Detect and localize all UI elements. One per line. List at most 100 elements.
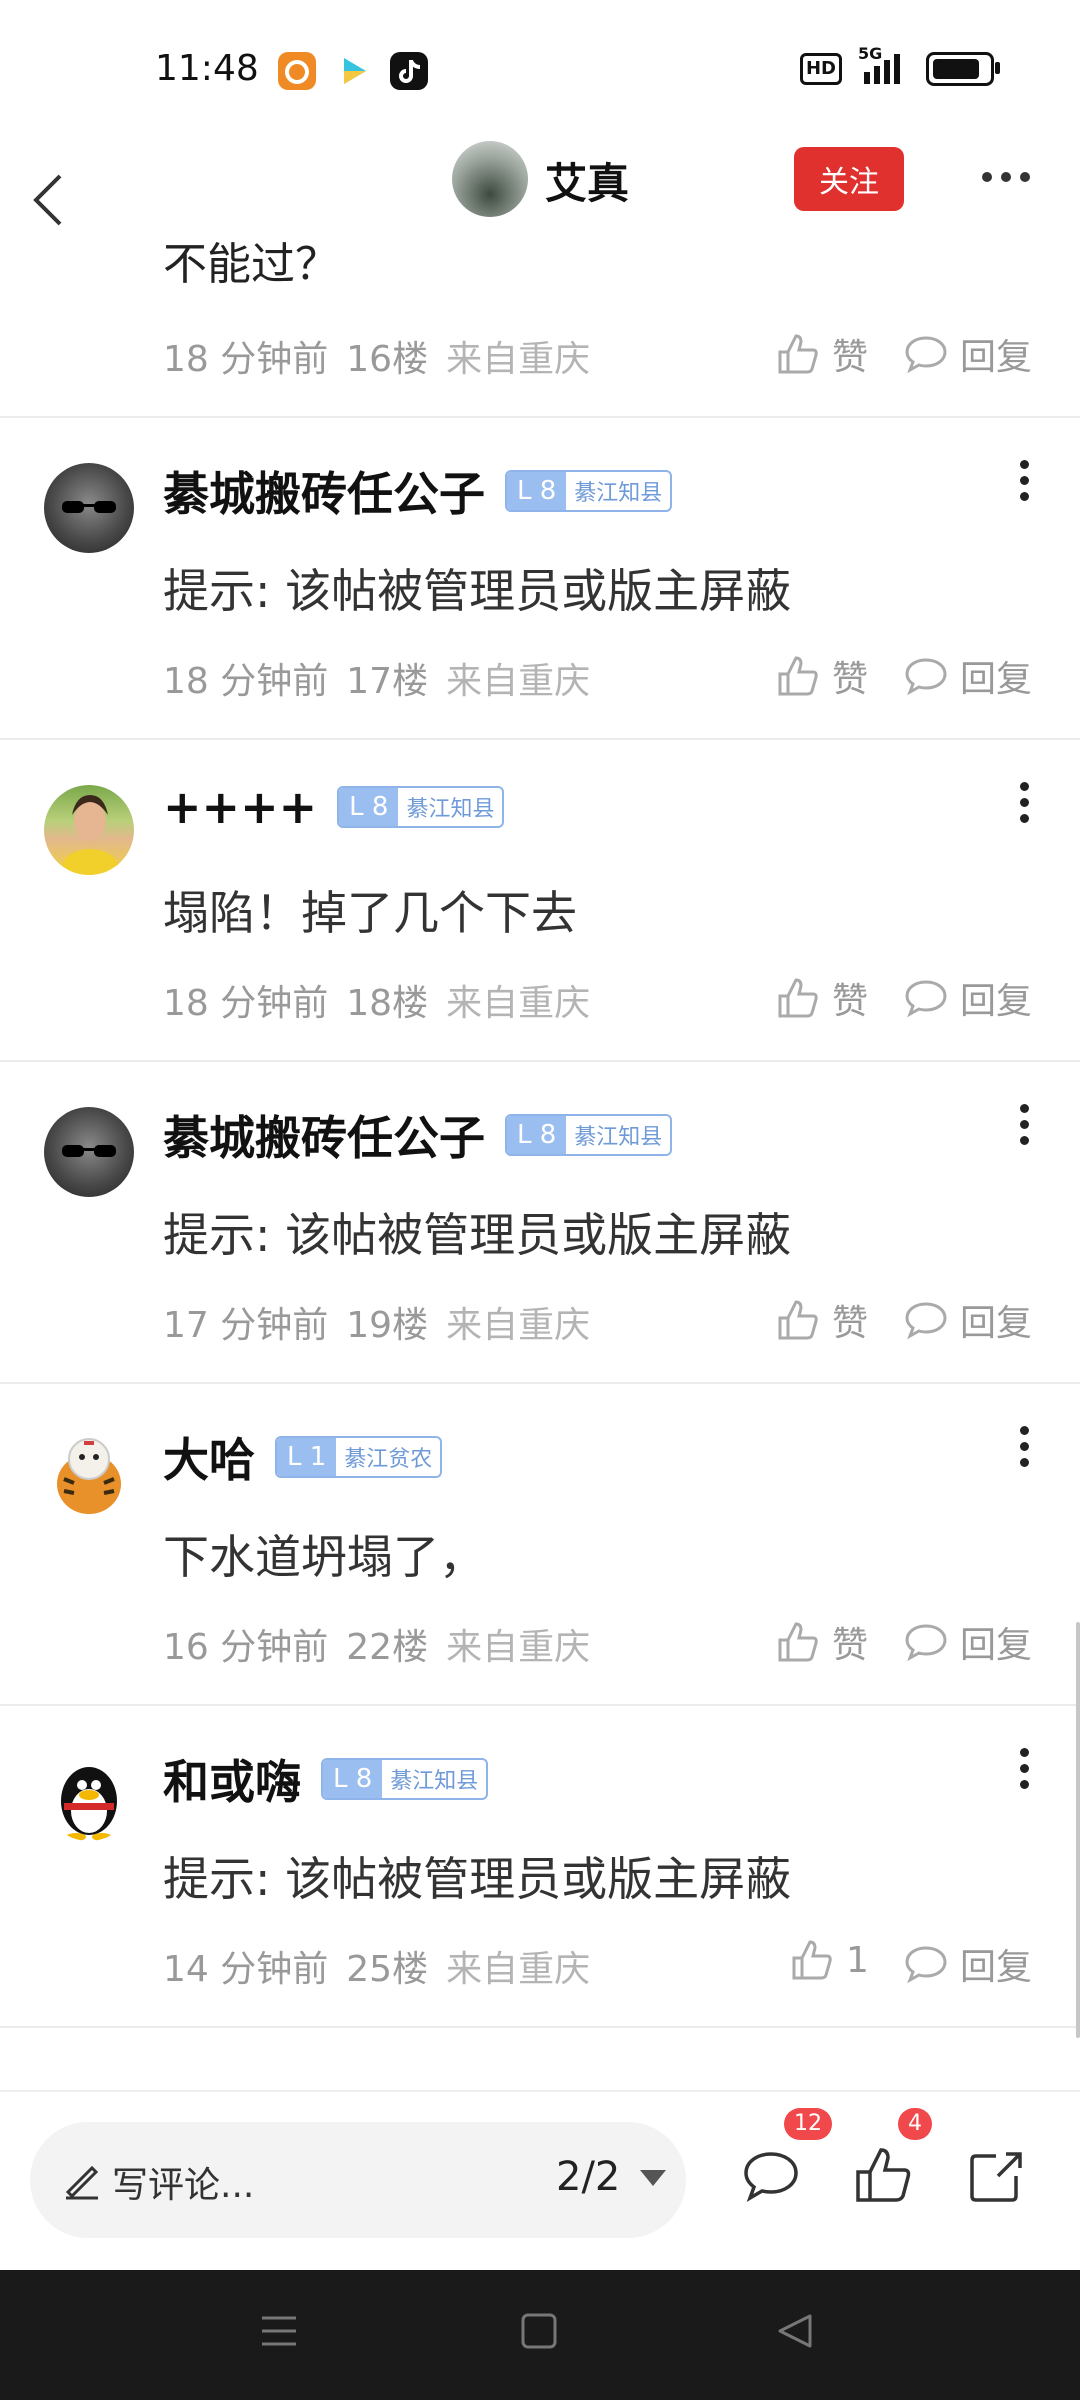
more-options-icon[interactable] [982, 172, 1030, 182]
reply-button[interactable]: 回复 [904, 1294, 1032, 1346]
comment-time: 18 分钟前 [163, 339, 329, 380]
back-arrow-icon[interactable] [28, 170, 68, 230]
thumbs-up-icon [778, 1622, 818, 1662]
like-button[interactable]: 赞 [776, 328, 868, 380]
level-number: L 8 [507, 472, 567, 510]
top-nav [0, 140, 1080, 260]
comment-time: 14 分钟前 [163, 1949, 329, 1990]
speech-bubble-icon [905, 336, 947, 374]
comment-menu-icon[interactable] [1020, 1426, 1030, 1467]
comment-floor: 17楼 [346, 661, 429, 702]
comment-location: 来自重庆 [446, 661, 591, 702]
comment-menu-icon[interactable] [1020, 460, 1030, 501]
comment-location: 来自重庆 [446, 1305, 591, 1346]
level-badge: L 8 綦江知县 [337, 786, 505, 828]
speech-bubble-icon [905, 980, 947, 1018]
reply-button[interactable]: 回复 [904, 650, 1032, 702]
username[interactable]: 綦城搬砖任公子 [163, 458, 485, 524]
avatar[interactable] [44, 785, 134, 875]
avatar[interactable] [44, 1107, 134, 1197]
reply-button[interactable]: 回复 [904, 1616, 1032, 1668]
menu-icon[interactable] [258, 2310, 300, 2352]
like-label: 赞 [832, 981, 869, 1022]
like-button[interactable]: 赞 [776, 972, 868, 1024]
like-count-badge: 4 [898, 2108, 932, 2140]
like-button[interactable]: 1 [790, 1938, 869, 1982]
divider [0, 1060, 1080, 1062]
comment-meta: 17 分钟前 19楼 来自重庆 [163, 1296, 590, 1348]
level-title: 綦江知县 [574, 481, 663, 506]
like-label: 赞 [832, 1303, 869, 1344]
level-badge: L 8 綦江知县 [505, 1114, 673, 1156]
tiktok-icon [390, 52, 428, 90]
speech-bubble-icon [905, 1946, 947, 1984]
reply-label: 回复 [960, 1303, 1033, 1344]
username[interactable]: ++++ [163, 780, 317, 834]
author-avatar[interactable] [452, 141, 528, 217]
reply-button[interactable]: 回复 [904, 972, 1032, 1024]
pen-icon [65, 2165, 99, 2200]
username[interactable]: 和或嗨 [163, 1746, 301, 1812]
level-title: 綦江知县 [390, 1769, 479, 1794]
comment-meta: 14 分钟前 25楼 来自重庆 [163, 1940, 590, 1992]
comment-floor: 22楼 [346, 1627, 429, 1668]
comment-text: 提示: 该帖被管理员或版主屏蔽 [163, 564, 792, 618]
video-play-icon [334, 52, 372, 90]
comment-text: 塌陷！掉了几个下去 [163, 886, 577, 940]
level-badge: L 8 綦江知县 [505, 470, 673, 512]
like-label: 赞 [832, 337, 869, 378]
speech-bubble-icon [905, 658, 947, 696]
comment-time: 18 分钟前 [163, 983, 329, 1024]
comment-floor: 18楼 [346, 983, 429, 1024]
share-button[interactable] [966, 2144, 1028, 2206]
like-button[interactable]: 赞 [776, 1616, 868, 1668]
comment-text: 下水道坍塌了， [163, 1530, 485, 1584]
reply-button[interactable]: 回复 [904, 328, 1032, 380]
comment-menu-icon[interactable] [1020, 1104, 1030, 1145]
comments-button[interactable]: 12 [740, 2108, 832, 2206]
like-button[interactable]: 赞 [776, 650, 868, 702]
like-label: 赞 [832, 659, 869, 700]
reply-button[interactable]: 回复 [904, 1938, 1032, 1990]
like-label: 赞 [832, 1625, 869, 1666]
level-number: L 8 [507, 1116, 567, 1154]
follow-button[interactable]: 关注 [794, 147, 904, 211]
like-count: 1 [846, 1939, 869, 1981]
avatar[interactable] [44, 1429, 134, 1519]
comment-menu-icon[interactable] [1020, 1748, 1030, 1789]
status-bar: 11:48 HD 5G [0, 0, 1080, 140]
comment-time: 18 分钟前 [163, 661, 329, 702]
battery-icon [926, 52, 1000, 86]
comment-menu-icon[interactable] [1020, 782, 1030, 823]
comment-input[interactable]: 写评论... 2/2 [30, 2122, 686, 2238]
back-triangle-icon[interactable] [774, 2310, 816, 2352]
user-row: 和或嗨 L 8 綦江知县 [163, 1746, 489, 1812]
level-badge: L 8 綦江知县 [321, 1758, 489, 1800]
like-post-button[interactable]: 4 [852, 2108, 932, 2206]
comment-time: 17 分钟前 [163, 1305, 329, 1346]
avatar[interactable] [44, 1751, 134, 1841]
thumbs-up-icon [856, 2148, 911, 2202]
home-square-icon[interactable] [518, 2310, 560, 2352]
speech-bubble-icon [905, 1302, 947, 1340]
caret-down-icon[interactable] [640, 2170, 666, 2186]
status-app-icons [278, 52, 428, 90]
status-indicators: HD 5G [799, 44, 1000, 88]
user-row: 綦城搬砖任公子 L 8 綦江知县 [163, 458, 673, 524]
like-button[interactable]: 赞 [776, 1294, 868, 1346]
thumbs-up-icon [778, 978, 818, 1018]
bottom-action-bar: 写评论... 2/2 12 4 [0, 2090, 1080, 2272]
thumbs-up-icon [792, 1940, 832, 1980]
thumbs-up-icon [778, 1300, 818, 1340]
hd-indicator: HD [799, 53, 842, 85]
avatar[interactable] [44, 463, 134, 553]
username[interactable]: 大哈 [163, 1424, 255, 1490]
comment-meta: 16 分钟前 22楼 来自重庆 [163, 1618, 590, 1670]
divider [0, 1704, 1080, 1706]
page-indicator[interactable]: 2/2 [556, 2154, 620, 2200]
scrollbar[interactable] [1076, 1622, 1080, 2038]
username[interactable]: 綦城搬砖任公子 [163, 1102, 485, 1168]
level-title: 綦江贫农 [344, 1447, 433, 1472]
system-navigation-bar [0, 2270, 1080, 2400]
author-name[interactable]: 艾真 [545, 150, 629, 211]
